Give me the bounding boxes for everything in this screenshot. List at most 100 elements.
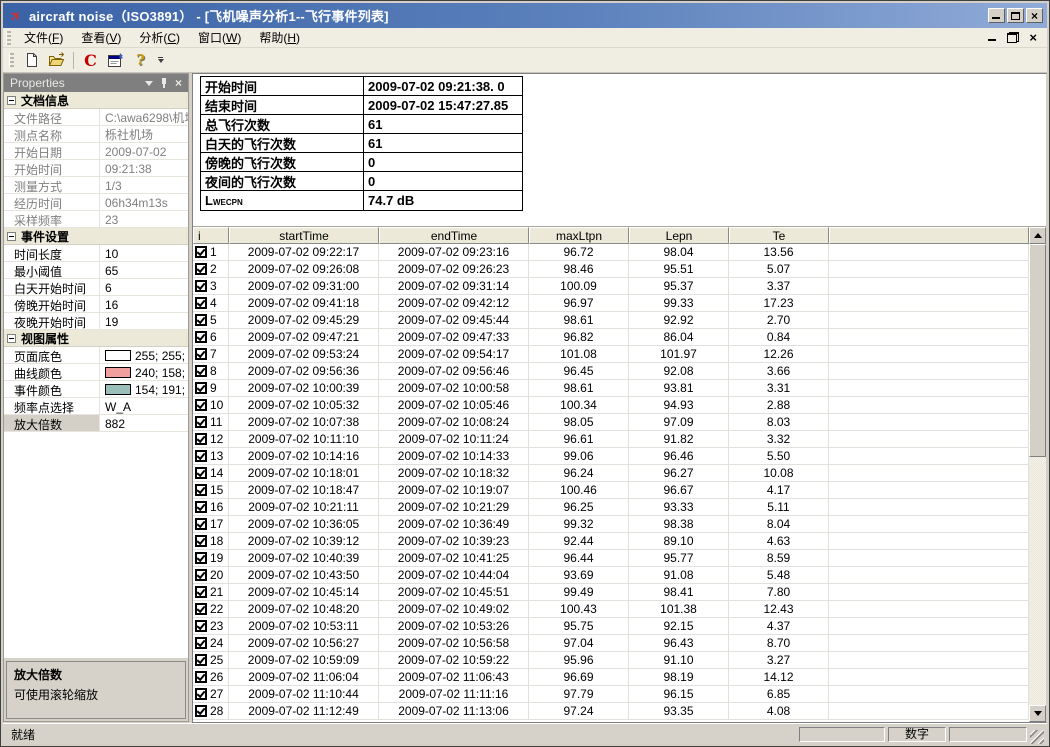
- table-row[interactable]: 14 2009-07-02 10:18:01 2009-07-02 10:18:…: [193, 465, 1029, 482]
- collapse-toggle-icon[interactable]: [7, 232, 16, 241]
- row-checkbox[interactable]: [195, 450, 207, 462]
- menu-item-f[interactable]: 文件(F): [15, 27, 72, 48]
- property-value[interactable]: 255; 255; 25: [100, 347, 188, 363]
- property-value[interactable]: 栎社机场: [100, 126, 188, 142]
- property-row[interactable]: 频率点选择 W_A: [4, 398, 188, 415]
- mdi-minimize-button[interactable]: [988, 33, 997, 42]
- color-swatch[interactable]: [105, 367, 131, 378]
- property-row[interactable]: 傍晚开始时间 16: [4, 296, 188, 313]
- table-row[interactable]: 1 2009-07-02 09:22:17 2009-07-02 09:23:1…: [193, 244, 1029, 261]
- row-checkbox[interactable]: [195, 569, 207, 581]
- new-document-button[interactable]: [20, 49, 43, 71]
- row-checkbox[interactable]: [195, 246, 207, 258]
- column-header[interactable]: Te: [729, 227, 829, 244]
- column-header[interactable]: Lepn: [629, 227, 729, 244]
- property-value[interactable]: 65: [100, 262, 188, 278]
- table-row[interactable]: 16 2009-07-02 10:21:11 2009-07-02 10:21:…: [193, 499, 1029, 516]
- open-file-button[interactable]: [45, 49, 68, 71]
- property-row[interactable]: 开始时间 09:21:38: [4, 160, 188, 177]
- row-checkbox[interactable]: [195, 484, 207, 496]
- panel-menu-arrow-icon[interactable]: [145, 81, 153, 86]
- row-checkbox[interactable]: [195, 552, 207, 564]
- row-checkbox[interactable]: [195, 348, 207, 360]
- property-row[interactable]: 测点名称 栎社机场: [4, 126, 188, 143]
- table-row[interactable]: 4 2009-07-02 09:41:18 2009-07-02 09:42:1…: [193, 295, 1029, 312]
- property-value[interactable]: C:\awa6298\机场: [100, 109, 188, 125]
- table-row[interactable]: 26 2009-07-02 11:06:04 2009-07-02 11:06:…: [193, 669, 1029, 686]
- row-checkbox[interactable]: [195, 399, 207, 411]
- row-checkbox[interactable]: [195, 263, 207, 275]
- property-row[interactable]: 曲线颜色 240; 158; 15: [4, 364, 188, 381]
- table-row[interactable]: 2 2009-07-02 09:26:08 2009-07-02 09:26:2…: [193, 261, 1029, 278]
- row-checkbox[interactable]: [195, 620, 207, 632]
- property-section-header[interactable]: 事件设置: [4, 228, 188, 245]
- calibrate-button[interactable]: C: [79, 49, 102, 71]
- property-value[interactable]: 6: [100, 279, 188, 295]
- table-row[interactable]: 5 2009-07-02 09:45:29 2009-07-02 09:45:4…: [193, 312, 1029, 329]
- help-button[interactable]: ?: [129, 49, 152, 71]
- property-value[interactable]: 882: [100, 415, 188, 431]
- property-value[interactable]: 23: [100, 211, 188, 227]
- color-swatch[interactable]: [105, 350, 131, 361]
- property-value[interactable]: 154; 191; 18: [100, 381, 188, 397]
- menu-item-v[interactable]: 查看(V): [72, 27, 130, 48]
- table-row[interactable]: 9 2009-07-02 10:00:39 2009-07-02 10:00:5…: [193, 380, 1029, 397]
- row-checkbox[interactable]: [195, 501, 207, 513]
- collapse-toggle-icon[interactable]: [7, 96, 16, 105]
- collapse-toggle-icon[interactable]: [7, 334, 16, 343]
- property-section-header[interactable]: 视图属性: [4, 330, 188, 347]
- table-row[interactable]: 15 2009-07-02 10:18:47 2009-07-02 10:19:…: [193, 482, 1029, 499]
- property-row[interactable]: 文件路径 C:\awa6298\机场: [4, 109, 188, 126]
- close-button[interactable]: ×: [1026, 8, 1043, 23]
- row-checkbox[interactable]: [195, 535, 207, 547]
- scrollbar-thumb[interactable]: [1029, 244, 1046, 457]
- property-row[interactable]: 放大倍数 882: [4, 415, 188, 432]
- table-row[interactable]: 7 2009-07-02 09:53:24 2009-07-02 09:54:1…: [193, 346, 1029, 363]
- row-checkbox[interactable]: [195, 382, 207, 394]
- property-row[interactable]: 白天开始时间 6: [4, 279, 188, 296]
- property-row[interactable]: 开始日期 2009-07-02: [4, 143, 188, 160]
- table-row[interactable]: 21 2009-07-02 10:45:14 2009-07-02 10:45:…: [193, 584, 1029, 601]
- menubar-grip[interactable]: [6, 31, 11, 45]
- property-section-header[interactable]: 文档信息: [4, 92, 188, 109]
- table-row[interactable]: 27 2009-07-02 11:10:44 2009-07-02 11:11:…: [193, 686, 1029, 703]
- panel-close-icon[interactable]: ×: [175, 78, 182, 88]
- property-value[interactable]: 10: [100, 245, 188, 261]
- table-row[interactable]: 3 2009-07-02 09:31:00 2009-07-02 09:31:1…: [193, 278, 1029, 295]
- pin-icon[interactable]: [160, 78, 168, 89]
- property-value[interactable]: 16: [100, 296, 188, 312]
- row-checkbox[interactable]: [195, 518, 207, 530]
- property-value[interactable]: W_A: [100, 398, 188, 414]
- table-row[interactable]: 22 2009-07-02 10:48:20 2009-07-02 10:49:…: [193, 601, 1029, 618]
- table-row[interactable]: 17 2009-07-02 10:36:05 2009-07-02 10:36:…: [193, 516, 1029, 533]
- toolbar-options-button[interactable]: [154, 50, 167, 70]
- table-row[interactable]: 19 2009-07-02 10:40:39 2009-07-02 10:41:…: [193, 550, 1029, 567]
- property-row[interactable]: 经历时间 06h34m13s: [4, 194, 188, 211]
- property-row[interactable]: 事件颜色 154; 191; 18: [4, 381, 188, 398]
- vertical-scrollbar[interactable]: [1029, 227, 1046, 722]
- table-row[interactable]: 10 2009-07-02 10:05:32 2009-07-02 10:05:…: [193, 397, 1029, 414]
- table-row[interactable]: 24 2009-07-02 10:56:27 2009-07-02 10:56:…: [193, 635, 1029, 652]
- toolbar-grip[interactable]: [9, 53, 14, 67]
- row-checkbox[interactable]: [195, 688, 207, 700]
- mdi-restore-button[interactable]: [1007, 32, 1019, 43]
- row-checkbox[interactable]: [195, 331, 207, 343]
- properties-button[interactable]: [104, 49, 127, 71]
- property-value[interactable]: 2009-07-02: [100, 143, 188, 159]
- table-row[interactable]: 12 2009-07-02 10:11:10 2009-07-02 10:11:…: [193, 431, 1029, 448]
- column-header[interactable]: [829, 227, 1029, 244]
- table-row[interactable]: 20 2009-07-02 10:43:50 2009-07-02 10:44:…: [193, 567, 1029, 584]
- table-row[interactable]: 6 2009-07-02 09:47:21 2009-07-02 09:47:3…: [193, 329, 1029, 346]
- property-row[interactable]: 最小阈值 65: [4, 262, 188, 279]
- table-row[interactable]: 11 2009-07-02 10:07:38 2009-07-02 10:08:…: [193, 414, 1029, 431]
- column-header[interactable]: i: [193, 227, 229, 244]
- titlebar[interactable]: ✈ aircraft noise（ISO3891） - [飞机噪声分析1--飞行…: [3, 3, 1047, 28]
- column-header[interactable]: maxLtpn: [529, 227, 629, 244]
- property-row[interactable]: 测量方式 1/3: [4, 177, 188, 194]
- row-checkbox[interactable]: [195, 314, 207, 326]
- row-checkbox[interactable]: [195, 671, 207, 683]
- resize-grip[interactable]: [1030, 730, 1044, 744]
- menu-item-c[interactable]: 分析(C): [130, 27, 189, 48]
- row-checkbox[interactable]: [195, 365, 207, 377]
- property-value[interactable]: 1/3: [100, 177, 188, 193]
